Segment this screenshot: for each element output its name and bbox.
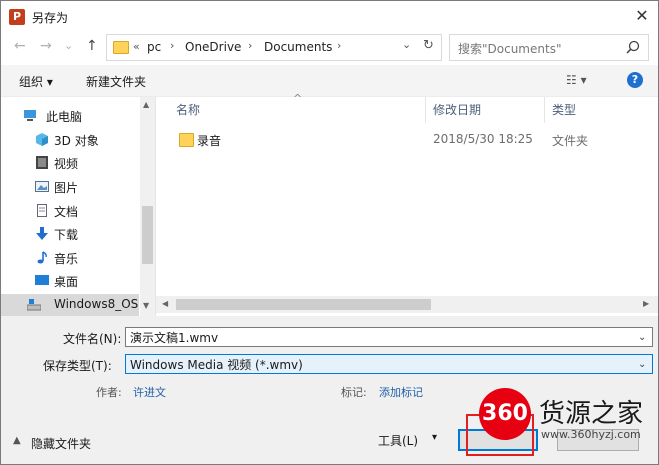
- navigation-pane: 此电脑 3D 对象 视频 图片 文档 下载 音乐 桌面 Windows8_OS: [1, 97, 156, 316]
- collapse-chevron-icon[interactable]: ▲: [13, 435, 21, 446]
- breadcrumb-documents[interactable]: Documents: [264, 40, 332, 54]
- filetype-value: Windows Media 视频 (*.wmv): [130, 358, 303, 372]
- breadcrumb-separator[interactable]: ›: [248, 39, 252, 52]
- folder-icon: [179, 133, 194, 147]
- sidebar-item-label: Windows8_OS: [54, 297, 139, 311]
- scroll-left-arrow[interactable]: ◀: [162, 299, 168, 308]
- address-dropdown-button[interactable]: ⌄: [402, 38, 411, 51]
- sidebar-item-label: 桌面: [54, 275, 79, 289]
- cube-icon: [36, 133, 48, 146]
- tags-label: 标记:: [341, 386, 367, 399]
- filetype-select[interactable]: Windows Media 视频 (*.wmv) ⌄: [125, 354, 653, 374]
- sidebar-item-3d-objects[interactable]: 3D 对象: [1, 129, 139, 151]
- file-type: 文件夹: [552, 134, 589, 148]
- column-divider[interactable]: [544, 97, 545, 123]
- folder-icon: [113, 41, 129, 54]
- window-title: 另存为: [32, 11, 69, 25]
- powerpoint-icon: P: [9, 9, 25, 25]
- watermark-url: www.360hyzj.com: [541, 428, 641, 441]
- scroll-right-arrow[interactable]: ▶: [643, 299, 649, 308]
- tools-menu[interactable]: 工具(L): [378, 432, 418, 449]
- refresh-button[interactable]: ↻: [423, 38, 434, 53]
- author-label: 作者:: [96, 386, 122, 399]
- sidebar-item-downloads[interactable]: 下载: [1, 223, 139, 245]
- sidebar-item-pictures[interactable]: 图片: [1, 176, 139, 198]
- author-link[interactable]: 许进文: [133, 384, 166, 400]
- sidebar-item-label: 文档: [54, 205, 79, 219]
- hide-folders-button[interactable]: 隐藏文件夹: [31, 435, 91, 452]
- help-icon[interactable]: ?: [627, 72, 643, 88]
- scrollbar-thumb[interactable]: [176, 299, 431, 310]
- filetype-label: 保存类型(T):: [43, 359, 112, 373]
- forward-button[interactable]: →: [40, 38, 52, 54]
- breadcrumb-overflow[interactable]: «: [133, 40, 140, 53]
- column-header-type[interactable]: 类型: [552, 101, 576, 118]
- tools-dropdown-icon[interactable]: ▾: [432, 432, 437, 443]
- sidebar-item-label: 3D 对象: [54, 134, 99, 148]
- watermark-title: 货源之家: [539, 399, 644, 429]
- music-icon: [37, 251, 47, 264]
- sidebar-item-label: 此电脑: [46, 110, 83, 124]
- sidebar-item-windows8-os[interactable]: Windows8_OS: [1, 294, 139, 316]
- sidebar-item-music[interactable]: 音乐: [1, 247, 139, 269]
- sidebar-item-documents[interactable]: 文档: [1, 200, 139, 222]
- sidebar-item-label: 音乐: [54, 252, 79, 266]
- sidebar-item-desktop[interactable]: 桌面: [1, 270, 139, 292]
- scroll-down-arrow[interactable]: ▼: [143, 301, 149, 310]
- back-button[interactable]: ←: [14, 38, 26, 54]
- search-box[interactable]: 搜索"Documents": [449, 34, 649, 61]
- filetype-dropdown-icon[interactable]: ⌄: [638, 355, 646, 375]
- sidebar-item-label: 图片: [54, 181, 79, 195]
- sidebar-item-label: 视频: [54, 157, 79, 171]
- command-bar: 组织 ▾ 新建文件夹 ☷ ▾: [1, 65, 658, 97]
- close-button[interactable]: ✕: [627, 2, 657, 30]
- breadcrumb-separator[interactable]: ›: [337, 39, 341, 52]
- search-placeholder: 搜索"Documents": [458, 42, 562, 56]
- title-bar: P 另存为 ✕: [1, 1, 658, 32]
- desktop-icon: [35, 275, 49, 285]
- file-modified: 2018/5/30 18:25: [433, 132, 533, 146]
- filename-field[interactable]: 演示文稿1.wmv ⌄: [125, 327, 653, 347]
- picture-icon: [35, 181, 49, 192]
- view-options-button[interactable]: ☷ ▾: [566, 73, 587, 87]
- new-folder-button[interactable]: 新建文件夹: [86, 73, 146, 90]
- drive-icon: [27, 299, 41, 311]
- breadcrumb-separator[interactable]: ›: [170, 39, 174, 52]
- sidebar-item-videos[interactable]: 视频: [1, 152, 139, 174]
- breadcrumb-onedrive[interactable]: OneDrive: [185, 40, 241, 54]
- up-button[interactable]: ↑: [86, 38, 98, 54]
- filename-dropdown-icon[interactable]: ⌄: [638, 328, 646, 348]
- column-divider[interactable]: [425, 97, 426, 123]
- download-icon: [36, 227, 48, 240]
- file-name: 录音: [197, 134, 222, 148]
- sidebar-item-label: 下载: [54, 228, 79, 242]
- filename-value: 演示文稿1.wmv: [130, 331, 219, 345]
- computer-icon: [24, 110, 36, 121]
- filename-label: 文件名(N):: [63, 332, 122, 346]
- breadcrumb-pc[interactable]: pc: [147, 40, 161, 54]
- save-as-dialog: P 另存为 ✕ ← → ⌄ ↑ « pc › OneDrive › Docume…: [0, 0, 659, 465]
- search-icon[interactable]: [626, 40, 640, 54]
- scroll-up-arrow[interactable]: ▲: [143, 100, 149, 109]
- recent-locations-button[interactable]: ⌄: [64, 39, 73, 52]
- address-bar[interactable]: « pc › OneDrive › Documents › ⌄ ↻: [106, 34, 442, 61]
- sidebar-item-this-pc[interactable]: 此电脑: [1, 105, 139, 127]
- column-header-modified[interactable]: 修改日期: [433, 101, 481, 118]
- document-icon: [37, 204, 47, 217]
- watermark-logo: 360: [479, 388, 531, 440]
- sort-indicator: ^: [293, 92, 303, 105]
- column-header-name[interactable]: 名称: [176, 101, 200, 118]
- file-row[interactable]: 录音 2018/5/30 18:25 文件夹: [169, 128, 654, 152]
- organize-menu[interactable]: 组织 ▾: [19, 73, 53, 90]
- video-icon: [36, 156, 48, 169]
- save-options-panel: 文件名(N): 演示文稿1.wmv ⌄ 保存类型(T): Windows Med…: [1, 316, 658, 464]
- tags-link[interactable]: 添加标记: [379, 384, 423, 400]
- scrollbar-thumb[interactable]: [142, 206, 153, 264]
